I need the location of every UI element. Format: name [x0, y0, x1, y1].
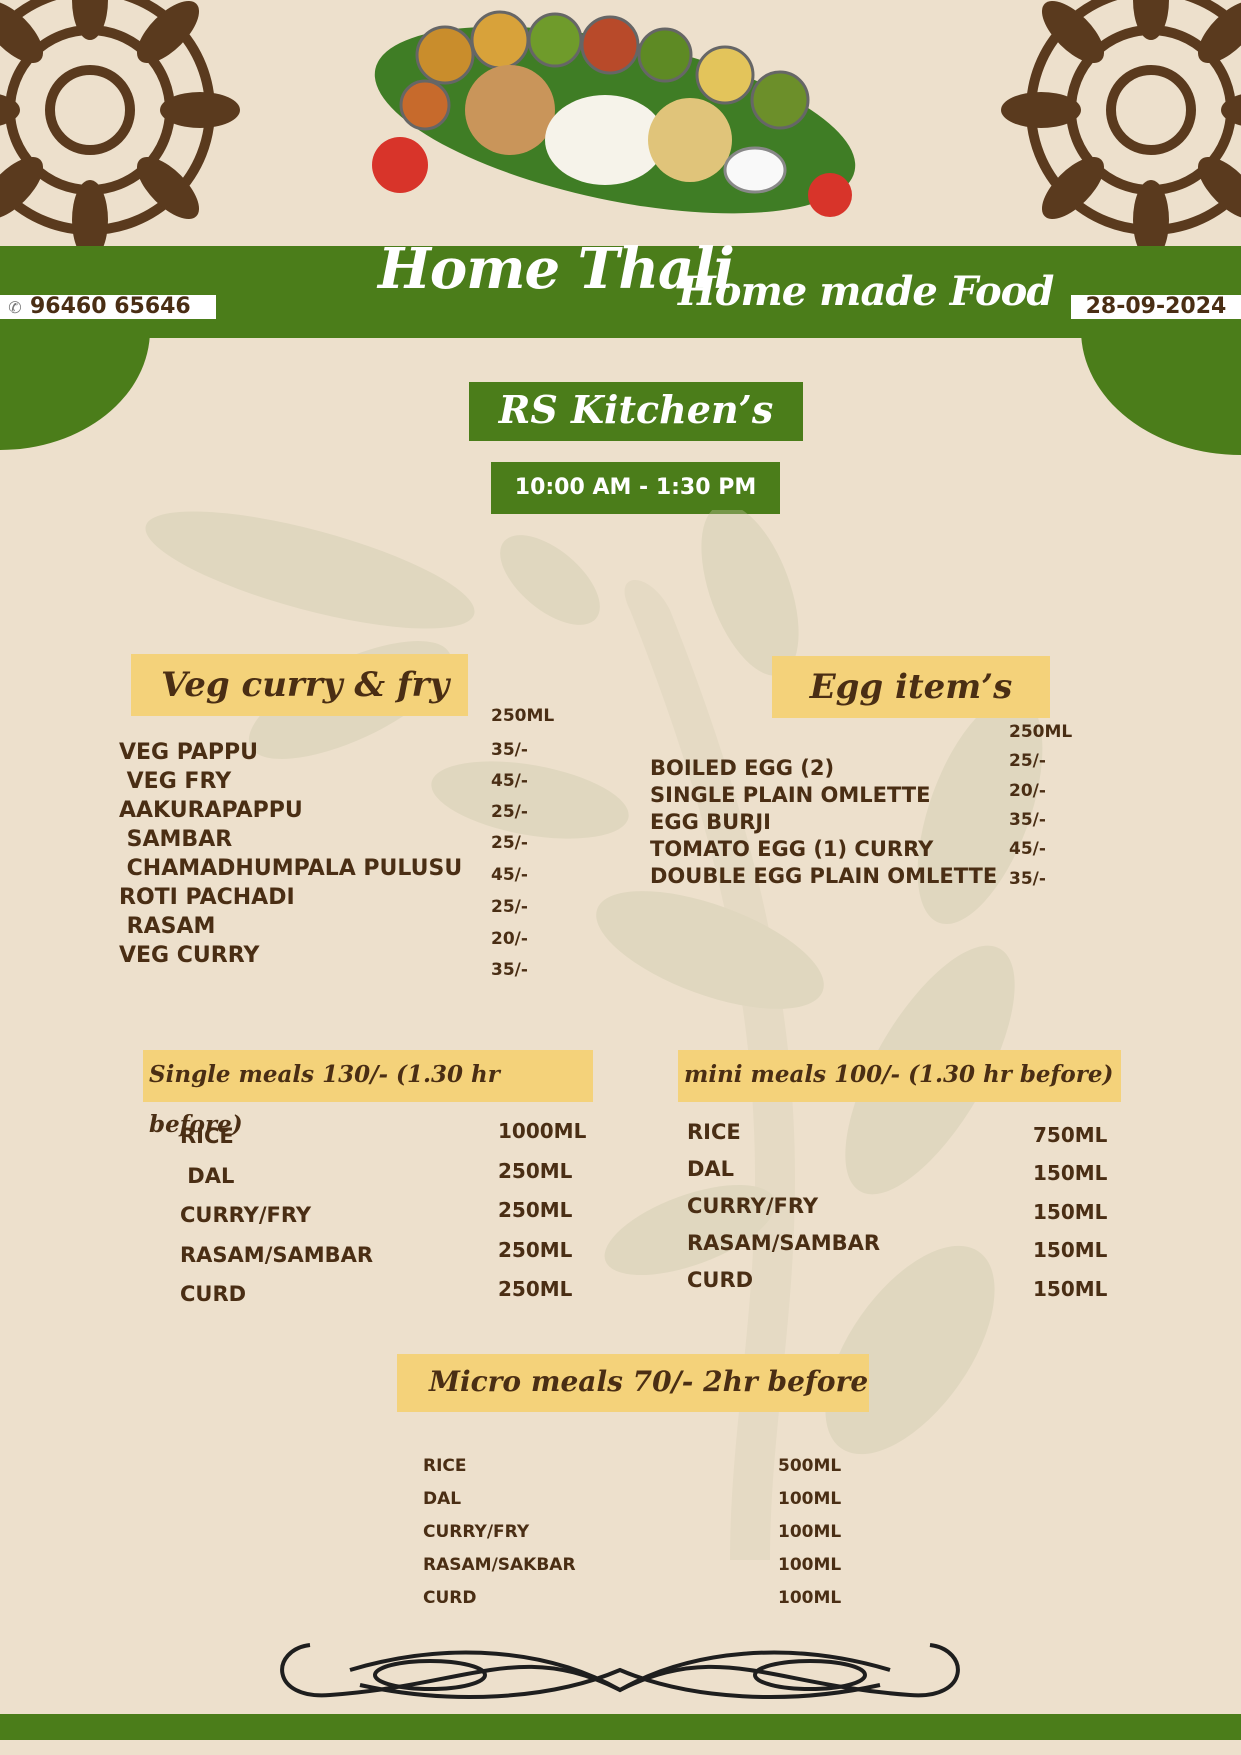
flourish-divider: [280, 1643, 960, 1699]
single-meal-qty: 250ML: [498, 1159, 573, 1183]
thali-platter-image: [372, 10, 856, 217]
egg-section-title: Egg item’s: [772, 656, 1050, 718]
micro-meal-qty: 100ML: [778, 1555, 842, 1575]
mini-meal-qty: 150ML: [1033, 1238, 1108, 1262]
egg-item: DOUBLE EGG PLAIN OMLETTE: [650, 864, 998, 888]
single-meal-qty: 250ML: [498, 1238, 573, 1262]
egg-price: 35/-: [1009, 869, 1046, 889]
mini-meal-item: CURD: [687, 1268, 754, 1292]
egg-price: 35/-: [1009, 810, 1046, 830]
phone-text: 96460 65646: [30, 294, 191, 319]
egg-item: TOMATO EGG (1) CURRY: [650, 837, 934, 861]
phone-number: ✆ 96460 65646: [0, 295, 216, 319]
footer-band: [0, 1714, 1241, 1740]
kitchen-name: RS Kitchen’s: [469, 382, 803, 441]
mandala-decoration: [0, 0, 240, 260]
micro-meal-item: DAL: [423, 1489, 462, 1509]
egg-price: 25/-: [1009, 751, 1046, 771]
veg-item: CHAMADHUMPALA PULUSU: [119, 856, 463, 881]
veg-section-title: Veg curry & fry: [131, 654, 468, 716]
veg-item: AAKURAPAPPU: [119, 798, 303, 823]
mini-meal-item: CURRY/FRY: [687, 1194, 819, 1218]
egg-price: 45/-: [1009, 839, 1046, 859]
mini-meal-item: RASAM/SAMBAR: [687, 1231, 881, 1255]
single-meals-title: Single meals 130/- (1.30 hr before): [143, 1050, 593, 1138]
mandala-decoration: [1001, 0, 1241, 260]
egg-price: 20/-: [1009, 781, 1046, 801]
single-meal-item: CURD: [180, 1282, 247, 1306]
veg-item: ROTI PACHADI: [119, 885, 295, 910]
veg-price: 35/-: [491, 740, 528, 760]
veg-price: 25/-: [491, 802, 528, 822]
veg-price: 45/-: [491, 865, 528, 885]
veg-price: 25/-: [491, 833, 528, 853]
single-meal-qty: 1000ML: [498, 1119, 587, 1143]
micro-meal-qty: 100ML: [778, 1522, 842, 1542]
micro-meal-qty: 500ML: [778, 1456, 842, 1476]
micro-meal-qty: 100ML: [778, 1588, 842, 1608]
service-hours: 10:00 AM - 1:30 PM: [491, 462, 780, 514]
header-curve-right: [1081, 330, 1241, 455]
single-meal-qty: 250ML: [498, 1198, 573, 1222]
veg-price: 20/-: [491, 929, 528, 949]
mini-meal-qty: 150ML: [1033, 1277, 1108, 1301]
header-curve-left: [0, 330, 150, 450]
egg-item: EGG BURJI: [650, 810, 771, 834]
egg-item: SINGLE PLAIN OMLETTE: [650, 783, 931, 807]
egg-size-label: 250ML: [1009, 722, 1073, 742]
single-meal-item: CURRY/FRY: [180, 1203, 312, 1227]
single-meal-item: RASAM/SAMBAR: [180, 1243, 374, 1267]
mini-meals-title: mini meals 100/- (1.30 hr before): [678, 1050, 1121, 1102]
mini-meal-qty: 750ML: [1033, 1123, 1108, 1147]
veg-price: 45/-: [491, 771, 528, 791]
mini-meal-item: RICE: [687, 1120, 741, 1144]
veg-item: VEG PAPPU: [119, 740, 259, 765]
phone-icon: ✆: [8, 298, 22, 317]
veg-item: VEG FRY: [119, 769, 232, 794]
micro-meal-item: RICE: [423, 1456, 467, 1476]
mini-meal-item: DAL: [687, 1157, 735, 1181]
veg-size-label: 250ML: [491, 706, 555, 726]
date-label: 28-09-2024: [1071, 295, 1241, 319]
micro-meal-item: CURD: [423, 1588, 477, 1608]
single-meal-item: RICE: [180, 1124, 234, 1148]
micro-meal-item: RASAM/SAKBAR: [423, 1555, 576, 1575]
single-meal-qty: 250ML: [498, 1277, 573, 1301]
veg-price: 25/-: [491, 897, 528, 917]
brand-tagline: Home made Food: [678, 268, 1054, 315]
single-meal-item: DAL: [180, 1164, 235, 1188]
micro-meals-title: Micro meals 70/- 2hr before: [397, 1354, 869, 1412]
egg-item: BOILED EGG (2): [650, 756, 835, 780]
mini-meal-qty: 150ML: [1033, 1161, 1108, 1185]
micro-meal-item: CURRY/FRY: [423, 1522, 530, 1542]
veg-price: 35/-: [491, 960, 528, 980]
veg-item: SAMBAR: [119, 827, 233, 852]
veg-item: VEG CURRY: [119, 943, 260, 968]
veg-item: RASAM: [119, 914, 216, 939]
micro-meal-qty: 100ML: [778, 1489, 842, 1509]
mini-meal-qty: 150ML: [1033, 1200, 1108, 1224]
